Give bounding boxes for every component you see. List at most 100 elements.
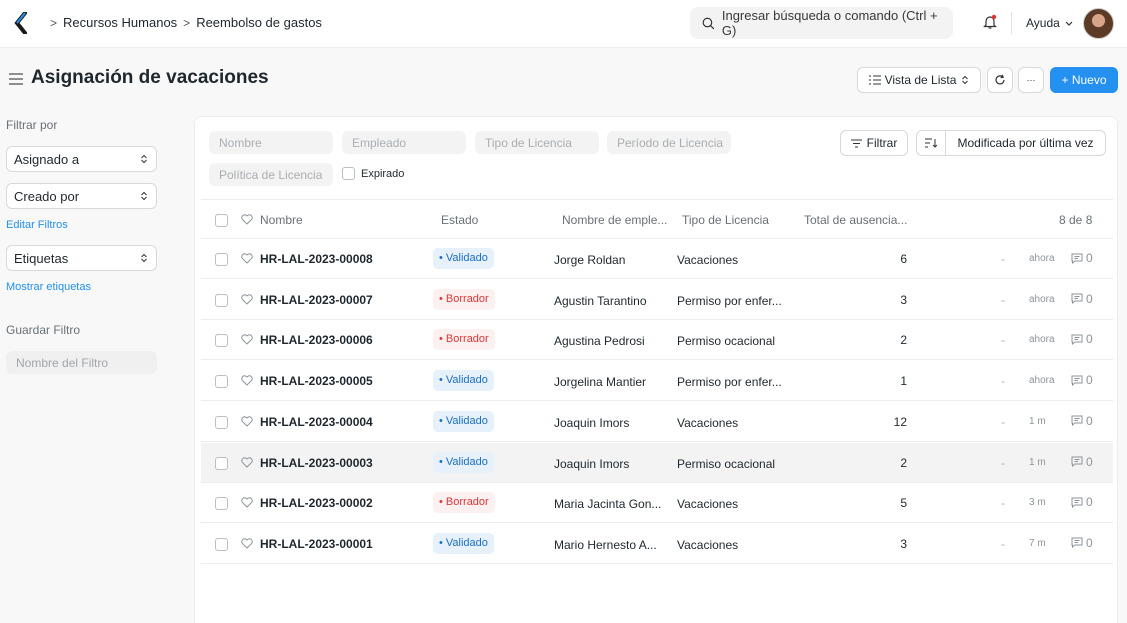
heart-icon[interactable] — [241, 214, 253, 225]
table-row[interactable]: HR-LAL-2023-00002 • Borrador Maria Jacinta… — [201, 483, 1113, 524]
heart-icon[interactable] — [241, 497, 253, 508]
total-leaves-cell: 6 — [900, 252, 907, 266]
search-placeholder: Ingresar búsqueda o comando (Ctrl + G) — [721, 8, 938, 38]
row-checkbox[interactable] — [215, 253, 228, 266]
record-name-link[interactable]: HR-LAL-2023-00003 — [260, 456, 373, 470]
leave-type-filter-input[interactable]: Tipo de Licencia — [475, 131, 599, 154]
notification-bell-icon[interactable] — [983, 14, 997, 30]
table-row[interactable]: HR-LAL-2023-00006 • Borrador Agustina Pedr… — [201, 320, 1113, 361]
employee-filter-input[interactable]: Empleado — [342, 131, 466, 154]
record-name-link[interactable]: HR-LAL-2023-00007 — [260, 293, 373, 307]
page-title: Asignación de vacaciones — [31, 67, 269, 88]
select-all-checkbox[interactable] — [215, 214, 228, 227]
more-label: ··· — [1026, 75, 1036, 85]
table-row[interactable]: HR-LAL-2023-00004 • Validado Joaquin Imors… — [201, 402, 1113, 442]
employee-name-cell: Agustina Pedrosi — [554, 334, 645, 349]
row-checkbox[interactable] — [215, 456, 228, 470]
sort-by-button[interactable]: Modificada por última vez — [945, 130, 1106, 156]
row-checkbox[interactable] — [215, 375, 228, 389]
leave-type-cell: Vacaciones — [677, 497, 739, 512]
search-bar[interactable]: Ingresar búsqueda o comando (Ctrl + G) — [690, 7, 953, 39]
comment-count[interactable]: 0 — [1071, 495, 1093, 509]
leave-type-cell: Permiso por enfer... — [677, 293, 782, 308]
record-name-link[interactable]: HR-LAL-2023-00004 — [260, 415, 373, 429]
header-total-leaves[interactable]: Total de ausencia... — [804, 213, 907, 227]
modified-time: 3 m — [1029, 497, 1046, 509]
record-name-link[interactable]: HR-LAL-2023-00005 — [260, 374, 373, 388]
comment-count[interactable]: 0 — [1071, 332, 1093, 346]
expired-checkbox[interactable] — [342, 167, 355, 180]
record-name-link[interactable]: HR-LAL-2023-00008 — [260, 252, 373, 266]
breadcrumb-item-hr[interactable]: Recursos Humanos — [63, 15, 177, 30]
comment-icon — [1071, 497, 1083, 508]
comment-count[interactable]: 0 — [1071, 414, 1093, 428]
table-row[interactable]: HR-LAL-2023-00003 • Validado Joaquin Imors… — [201, 442, 1113, 483]
table-row[interactable]: HR-LAL-2023-00008 • Validado Jorge Roldan V… — [201, 239, 1113, 279]
comment-count[interactable]: 0 — [1071, 455, 1093, 469]
created-by-select[interactable]: Creado por — [6, 183, 157, 209]
row-checkbox[interactable] — [215, 334, 228, 348]
help-dropdown[interactable]: Ayuda — [1026, 16, 1074, 30]
heart-icon[interactable] — [241, 375, 253, 386]
filter-name-input[interactable]: Nombre del Filtro — [6, 351, 157, 374]
comment-count[interactable]: 0 — [1071, 536, 1093, 550]
heart-icon[interactable] — [241, 538, 253, 549]
hamburger-menu-icon[interactable] — [9, 73, 23, 85]
leave-policy-filter-input[interactable]: Política de Licencia — [209, 163, 333, 186]
row-checkbox[interactable] — [215, 537, 228, 551]
edit-filters-link[interactable]: Editar Filtros — [6, 219, 68, 231]
comment-count[interactable]: 0 — [1071, 292, 1093, 306]
comment-count[interactable]: 0 — [1071, 251, 1093, 265]
employee-name-cell: Maria Jacinta Gon... — [554, 497, 662, 512]
more-actions-button[interactable]: ··· — [1018, 67, 1044, 93]
filter-icon — [850, 139, 862, 147]
filter-button[interactable]: Filtrar — [840, 130, 908, 156]
modified-time: ahora — [1029, 334, 1055, 346]
assigned-to-select[interactable]: Asignado a — [6, 146, 157, 172]
header-name[interactable]: Nombre — [260, 213, 303, 227]
modified-time: 7 m — [1029, 537, 1046, 549]
heart-icon[interactable] — [241, 416, 253, 427]
heart-icon[interactable] — [241, 293, 253, 305]
header-status[interactable]: Estado — [441, 213, 478, 227]
row-checkbox[interactable] — [215, 293, 228, 307]
row-checkbox[interactable] — [215, 497, 228, 511]
record-name-link[interactable]: HR-LAL-2023-00006 — [260, 333, 373, 347]
heart-icon[interactable] — [241, 253, 253, 264]
tags-select[interactable]: Etiquetas — [6, 245, 157, 271]
list-view-button[interactable]: Vista de Lista — [857, 67, 981, 93]
table-row[interactable]: HR-LAL-2023-00005 • Validado Jorgelina Man… — [201, 361, 1113, 402]
status-badge: • Validado — [433, 451, 494, 473]
created-by-label: Creado por — [14, 188, 80, 204]
leave-type-cell: Vacaciones — [677, 537, 739, 552]
new-button[interactable]: + Nuevo — [1050, 67, 1118, 93]
empty-value-cell: - — [1001, 292, 1005, 307]
comment-icon — [1071, 253, 1083, 264]
breadcrumb-item-expense[interactable]: Reembolso de gastos — [196, 15, 322, 30]
table-row[interactable]: HR-LAL-2023-00007 • Borrador Agustin Taran… — [201, 280, 1113, 320]
total-leaves-cell: 5 — [900, 496, 907, 511]
heart-icon[interactable] — [241, 334, 253, 346]
name-filter-input[interactable]: Nombre — [209, 131, 333, 154]
row-checkbox[interactable] — [215, 415, 228, 429]
employee-name-cell: Mario Hernesto A... — [554, 537, 657, 552]
heart-icon[interactable] — [241, 456, 253, 468]
record-name-link[interactable]: HR-LAL-2023-00001 — [260, 537, 373, 551]
employee-name-cell: Jorgelina Mantier — [554, 375, 647, 390]
comment-count[interactable]: 0 — [1071, 373, 1093, 387]
record-name-link[interactable]: HR-LAL-2023-00002 — [260, 496, 373, 510]
user-avatar[interactable] — [1083, 8, 1114, 39]
sort-direction-button[interactable] — [916, 130, 946, 156]
header-employee-name[interactable]: Nombre de emple... — [562, 213, 667, 227]
leave-period-filter-input[interactable]: Período de Licencia — [607, 131, 731, 154]
header-leave-type[interactable]: Tipo de Licencia — [682, 213, 769, 227]
reload-button[interactable] — [987, 67, 1013, 93]
breadcrumb-separator-icon: > — [183, 15, 191, 30]
show-tags-link[interactable]: Mostrar etiquetas — [6, 281, 91, 293]
assigned-to-label: Asignado a — [14, 151, 80, 167]
expired-filter[interactable]: Expirado — [342, 167, 404, 180]
top-navbar: > Recursos Humanos > Reembolso de gastos… — [0, 0, 1127, 48]
table-row[interactable]: HR-LAL-2023-00001 • Validado Mario Hernest… — [201, 524, 1113, 564]
app-logo-icon[interactable] — [14, 12, 28, 34]
new-label: + Nuevo — [1061, 73, 1107, 87]
